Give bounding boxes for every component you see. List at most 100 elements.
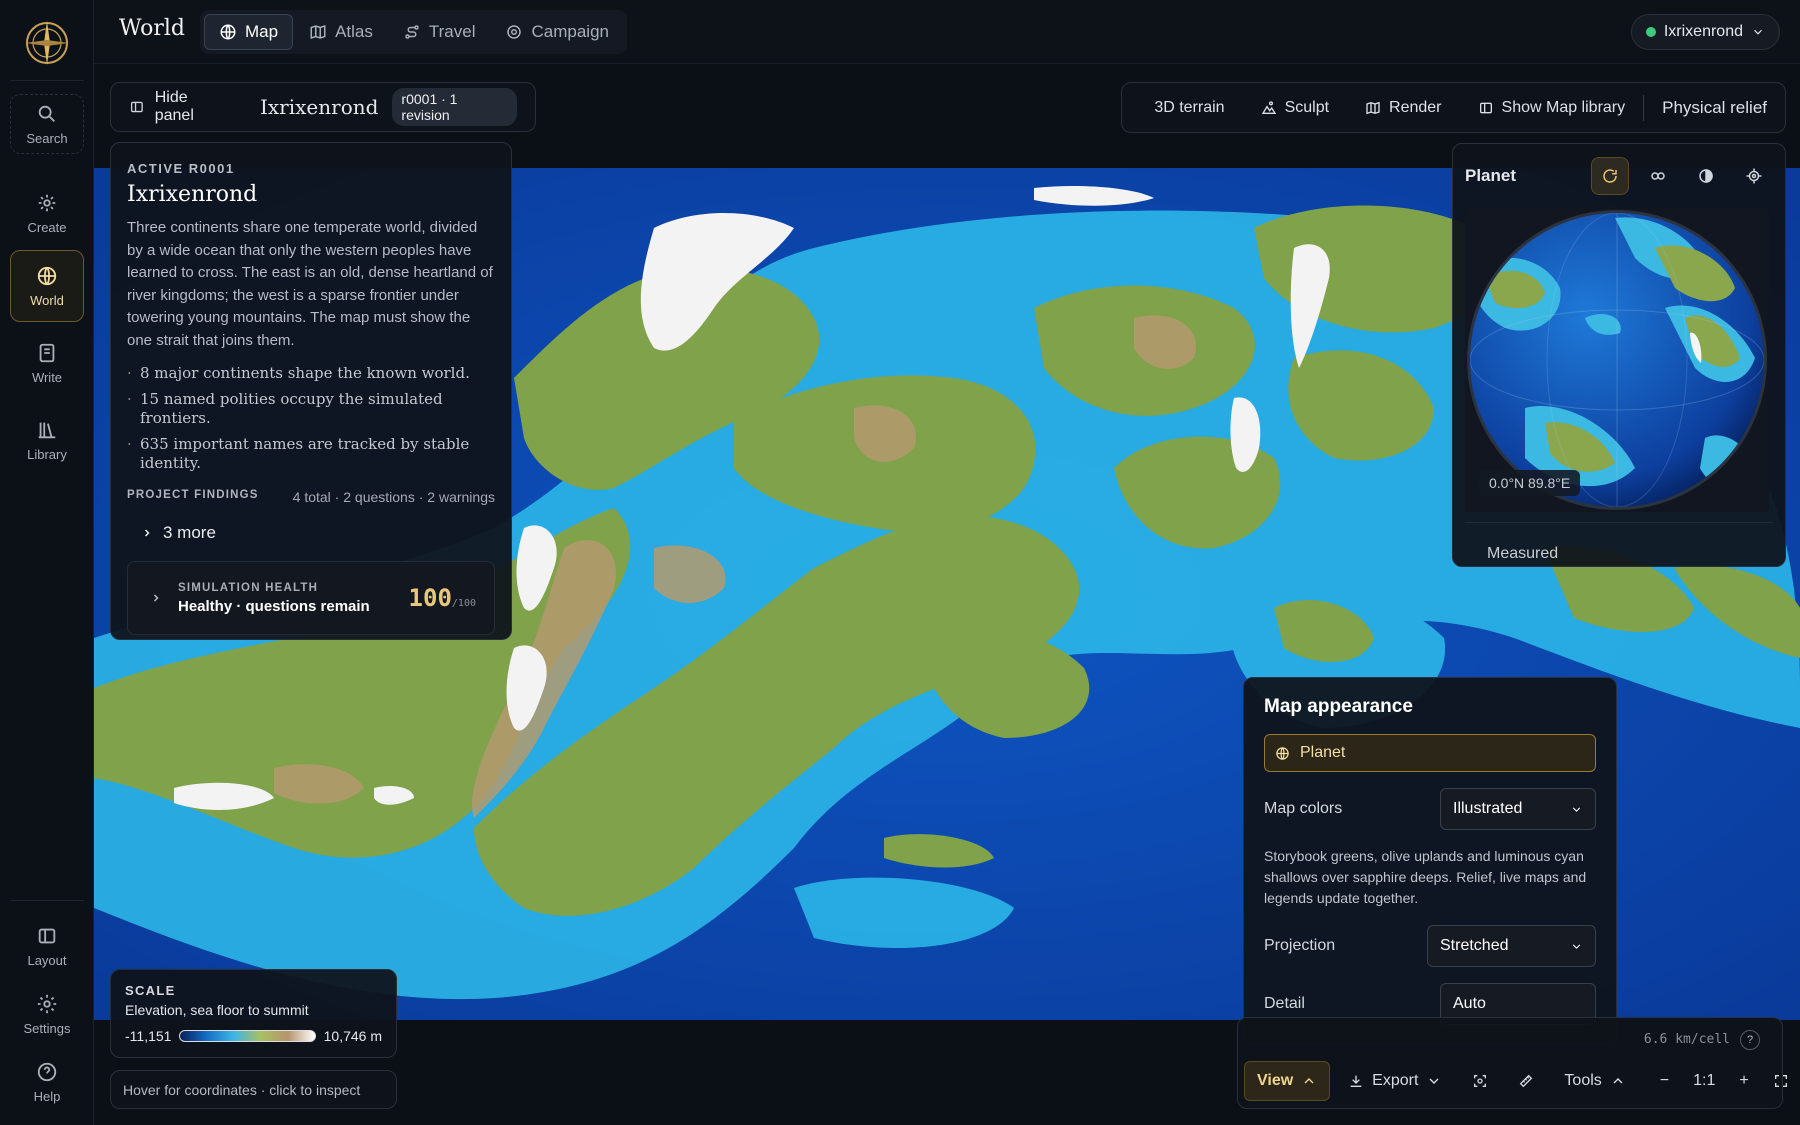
chevron-up-icon [1304, 1078, 1314, 1084]
render-label: Render [1389, 98, 1442, 116]
world-name: Ixrixenrond [260, 95, 379, 119]
fullscreen-button[interactable] [1765, 1061, 1797, 1101]
panel-toolbar: Hide panel Ixrixenrond r0001 · 1 revisio… [110, 82, 536, 132]
map-toolbar: 3D terrain Sculpt Render Show Map librar… [1121, 82, 1786, 133]
elevation-scale: SCALE Elevation, sea floor to summit -11… [110, 969, 397, 1058]
sidebar-item-world[interactable]: World [10, 250, 84, 322]
terrain-3d-label: 3D terrain [1154, 98, 1225, 116]
world-facts: 8 major continents shape the known world… [127, 364, 495, 473]
planet-panel: Planet 0.0°N 89.8°E Measured [1452, 143, 1786, 567]
revision-eyebrow: ACTIVE R0001 [127, 161, 235, 176]
health-label: SIMULATION HEALTH [178, 581, 319, 594]
sidebar-item-library[interactable]: Library [10, 404, 84, 476]
sidebar-item-search[interactable]: Search [10, 94, 84, 154]
sidebar-toggle-icon [130, 101, 143, 113]
chevron-right-icon [153, 594, 159, 602]
orbit-button[interactable] [1639, 157, 1677, 195]
sidebar-label: Library [27, 446, 67, 462]
tab-label: Map [245, 22, 279, 41]
show-more-findings[interactable]: 3 more [141, 523, 495, 543]
route-icon [405, 25, 419, 39]
rotate-icon [1603, 169, 1617, 183]
globe[interactable] [1465, 208, 1769, 512]
crosshair-icon [1746, 168, 1762, 184]
sculpt-icon [1261, 100, 1276, 114]
sidebar-item-layout[interactable]: Layout [10, 910, 84, 982]
zoom-level[interactable]: 1:1 [1685, 1061, 1723, 1101]
fullscreen-icon [1774, 1075, 1787, 1087]
render-button[interactable]: Render [1347, 82, 1459, 133]
zoom-in-button[interactable]: + [1729, 1061, 1758, 1101]
chevron-down-icon [1429, 1078, 1439, 1084]
sculpt-button[interactable]: Sculpt [1243, 82, 1347, 133]
export-label: Export [1372, 1072, 1419, 1089]
globe-icon [220, 24, 236, 40]
user-name: Ixrixenrond [1663, 23, 1743, 40]
globe-viewport[interactable]: 0.0°N 89.8°E [1465, 208, 1769, 512]
simulation-health-card[interactable]: SIMULATION HEALTH Healthy · questions re… [127, 561, 495, 635]
sidebar-divider [10, 900, 84, 901]
chevron-up-icon [1613, 1078, 1623, 1084]
sidebar-item-create[interactable]: Create [10, 177, 84, 249]
tools-label: Tools [1564, 1072, 1602, 1089]
zoom-out-button[interactable]: − [1650, 1061, 1679, 1101]
sidebar-item-write[interactable]: Write [10, 327, 84, 399]
contrast-button[interactable] [1687, 157, 1725, 195]
map-colors-value: Illustrated [1453, 800, 1523, 817]
scale-max: 10,746 m [323, 1028, 382, 1044]
sidebar-divider [10, 80, 84, 81]
terrain-3d-button[interactable]: 3D terrain [1136, 82, 1242, 133]
tools-menu-button[interactable]: Tools [1552, 1061, 1637, 1101]
view-tabs: Map Atlas Travel Campaign [200, 10, 627, 54]
rotate-button[interactable] [1591, 157, 1629, 195]
health-score-max: /100 [451, 598, 476, 609]
tab-travel[interactable]: Travel [389, 14, 490, 50]
tab-map[interactable]: Map [204, 14, 294, 50]
map-library-button[interactable]: Show Map library [1460, 82, 1644, 133]
target-icon [507, 25, 522, 39]
scale-min: -11,151 [125, 1028, 172, 1044]
cell-size: 6.6 km/cell [1643, 1032, 1730, 1047]
physical-relief-button[interactable]: Physical relief [1644, 82, 1771, 133]
hide-panel-button[interactable]: Hide panel [129, 89, 230, 125]
export-menu-button[interactable]: Export [1336, 1061, 1454, 1101]
view-menu-button[interactable]: View [1244, 1061, 1331, 1101]
help-icon[interactable]: ? [1740, 1030, 1760, 1050]
findings-summary: 4 total · 2 questions · 2 warnings [292, 489, 495, 505]
sculpt-label: Sculpt [1284, 98, 1330, 116]
panel-icon [1479, 102, 1492, 113]
chevron-down-icon [1572, 943, 1581, 949]
layout-icon [38, 928, 56, 943]
sidebar-label: Write [31, 369, 63, 385]
map-library-label: Show Map library [1501, 98, 1626, 116]
download-icon [1350, 1075, 1362, 1087]
sidebar-label: Help [33, 1088, 61, 1104]
book-icon [39, 343, 55, 362]
locate-button[interactable] [1735, 157, 1773, 195]
map-colors-select[interactable]: Illustrated [1440, 788, 1596, 830]
projection-select[interactable]: Stretched [1427, 925, 1596, 967]
screenshot-button[interactable] [1460, 1061, 1500, 1101]
capture-icon [1474, 1075, 1487, 1087]
sidebar-label: World [30, 292, 64, 308]
user-menu[interactable]: Ixrixenrond [1630, 14, 1780, 50]
planet-mode-toggle[interactable]: Planet [1264, 734, 1596, 772]
chevron-down-icon [1754, 29, 1762, 35]
view-label: View [1257, 1072, 1294, 1089]
tab-campaign[interactable]: Campaign [491, 14, 623, 50]
measured-label[interactable]: Measured [1465, 522, 1773, 563]
sidebar-label: Layout [27, 952, 67, 968]
revision-badge[interactable]: r0001 · 1 revision [392, 88, 517, 126]
bottom-toolbar: 6.6 km/cell ? View Export Tools − 1:1 + [1237, 1017, 1787, 1109]
sidebar-item-settings[interactable]: Settings [10, 978, 84, 1050]
measure-button[interactable] [1506, 1061, 1546, 1101]
scale-subtitle: Elevation, sea floor to summit [125, 1002, 309, 1018]
health-score: 100/100 [409, 584, 476, 612]
sparkle-icon [38, 194, 56, 211]
elevation-gradient [179, 1030, 316, 1042]
sidebar-item-help[interactable]: Help [10, 1046, 84, 1118]
tab-atlas[interactable]: Atlas [295, 14, 387, 50]
scale-title: SCALE [125, 983, 176, 998]
hide-panel-label: Hide panel [154, 89, 194, 124]
compass-logo-icon[interactable] [22, 18, 72, 68]
